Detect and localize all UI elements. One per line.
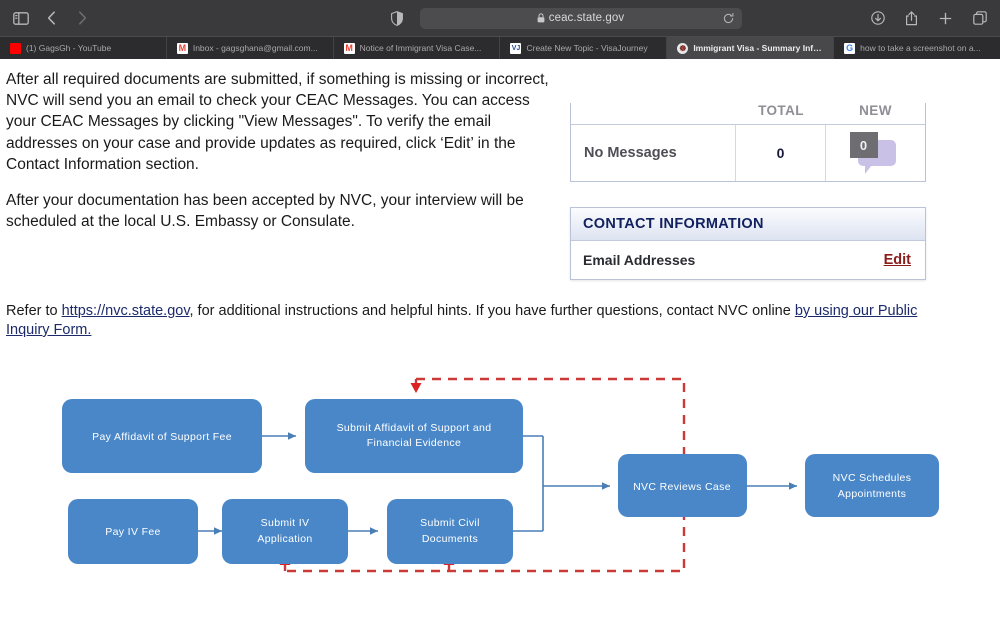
- nvc-state-gov-link[interactable]: https://nvc.state.gov: [62, 303, 190, 319]
- browser-tab-google-search[interactable]: G how to take a screenshot on a...: [834, 37, 1000, 59]
- messages-header-spacer: [571, 103, 736, 124]
- youtube-icon: [10, 42, 21, 54]
- lock-icon: [537, 13, 545, 23]
- refer-text-before: Refer to: [6, 303, 62, 319]
- browser-tab-immigrant-visa-summary[interactable]: ☸ Immigrant Visa - Summary Infor...: [667, 37, 835, 59]
- tab-title: Create New Topic - VisaJourney: [526, 43, 648, 53]
- flowchart-label-pay-iv-fee: Pay IV Fee: [105, 526, 160, 538]
- flowchart-node-submit-aos[interactable]: [305, 399, 523, 473]
- tab-overview-icon[interactable]: [971, 10, 988, 27]
- refer-text-middle: , for additional instructions and helpfu…: [189, 303, 795, 319]
- browser-tab-youtube[interactable]: (1) GagsGh - YouTube: [0, 37, 167, 59]
- edit-contact-link[interactable]: Edit: [884, 252, 911, 268]
- email-addresses-label: Email Addresses: [583, 252, 696, 268]
- reload-icon[interactable]: [723, 12, 734, 24]
- messages-summary-table: TOTAL NEW No Messages 0 0: [570, 103, 926, 182]
- browser-chrome: ceac.state.gov (1) GagsGh - YouTube M In…: [0, 0, 1000, 59]
- flowchart-label-nvc-reviews-case: NVC Reviews Case: [633, 481, 731, 493]
- flowchart-label-civil-docs-line1: Submit Civil: [420, 517, 480, 529]
- flowchart-label-submit-aos-line1: Submit Affidavit of Support and: [337, 422, 492, 434]
- browser-tab-visa-case-notice[interactable]: M Notice of Immigrant Visa Case...: [333, 37, 501, 59]
- contact-information-panel: CONTACT INFORMATION Email Addresses Edit: [570, 207, 926, 280]
- flowchart-node-nvc-schedules-appointments[interactable]: [805, 454, 939, 517]
- contact-information-body: Email Addresses Edit: [571, 241, 925, 279]
- gmail-icon: M: [343, 42, 355, 54]
- messages-column-header-new: NEW: [859, 103, 892, 118]
- flowchart-label-pay-aos-fee: Pay Affidavit of Support Fee: [92, 431, 232, 443]
- state-department-seal-icon: ☸: [677, 42, 689, 54]
- visajourney-icon: VJ: [510, 42, 522, 54]
- contact-information-header: CONTACT INFORMATION: [571, 208, 925, 241]
- toolbar-center-group: ceac.state.gov: [262, 7, 868, 29]
- plus-icon[interactable]: [937, 10, 954, 27]
- messages-row-label: No Messages: [571, 125, 736, 181]
- tab-title: Notice of Immigrant Visa Case...: [359, 43, 482, 53]
- toolbar-right-group: [868, 10, 988, 27]
- flowchart-node-submit-iv-application[interactable]: [222, 499, 348, 564]
- toolbar-left-group: [12, 10, 262, 27]
- browser-tab-visajourney[interactable]: VJ Create New Topic - VisaJourney: [500, 37, 668, 59]
- address-url-text: ceac.state.gov: [548, 12, 625, 24]
- referral-paragraph: Refer to https://nvc.state.gov, for addi…: [6, 302, 936, 340]
- nvc-process-flowchart: Pay Affidavit of Support Fee Submit Affi…: [0, 359, 1000, 604]
- instructions-text-block: After all required documents are submitt…: [6, 69, 558, 233]
- flowchart-label-nvc-schedules-line2: Appointments: [838, 488, 906, 500]
- messages-new-cell[interactable]: 0: [826, 125, 925, 181]
- browser-tab-gmail-inbox[interactable]: M Inbox - gagsghana@gmail.com...: [166, 37, 334, 59]
- gmail-icon: M: [176, 42, 188, 54]
- messages-new-value: 0: [849, 132, 878, 158]
- messages-table-row: No Messages 0 0: [571, 125, 925, 181]
- browser-toolbar: ceac.state.gov: [0, 0, 1000, 36]
- tab-title: how to take a screenshot on a...: [860, 43, 981, 53]
- page-content: After all required documents are submitt…: [0, 59, 1000, 625]
- messages-total-value: 0: [736, 125, 826, 181]
- instructions-paragraph-2: After your documentation has been accept…: [6, 192, 524, 231]
- flowchart-label-civil-docs-line2: Documents: [422, 533, 478, 545]
- flowchart-nodes: Pay Affidavit of Support Fee Submit Affi…: [62, 399, 939, 564]
- messages-table-header-row: TOTAL NEW: [571, 103, 925, 125]
- flowchart-label-submit-aos-line2: Financial Evidence: [367, 437, 461, 449]
- sidebar-toggle-icon[interactable]: [12, 10, 29, 27]
- privacy-shield-icon[interactable]: [389, 10, 406, 27]
- tab-title: (1) GagsGh - YouTube: [26, 43, 112, 53]
- instructions-paragraph-1: After all required documents are submitt…: [6, 71, 549, 173]
- flowchart-label-submit-iv-line1: Submit IV: [261, 517, 310, 529]
- browser-tab-strip: (1) GagsGh - YouTube M Inbox - gagsghana…: [0, 36, 1000, 59]
- back-chevron-icon[interactable]: [43, 10, 60, 27]
- flowchart-node-submit-civil-documents[interactable]: [387, 499, 513, 564]
- flowchart-label-submit-iv-line2: Application: [257, 533, 312, 545]
- address-bar[interactable]: ceac.state.gov: [419, 7, 742, 29]
- message-bubble-icon[interactable]: 0: [848, 132, 904, 174]
- forward-chevron-icon[interactable]: [74, 10, 91, 27]
- messages-column-header-total: TOTAL: [758, 103, 804, 118]
- downloads-icon[interactable]: [869, 10, 886, 27]
- flowchart-label-nvc-schedules-line1: NVC Schedules: [833, 472, 912, 484]
- google-icon: G: [844, 42, 856, 54]
- tab-title: Immigrant Visa - Summary Infor...: [693, 43, 824, 53]
- share-icon[interactable]: [903, 10, 920, 27]
- tab-title: Inbox - gagsghana@gmail.com...: [192, 43, 318, 53]
